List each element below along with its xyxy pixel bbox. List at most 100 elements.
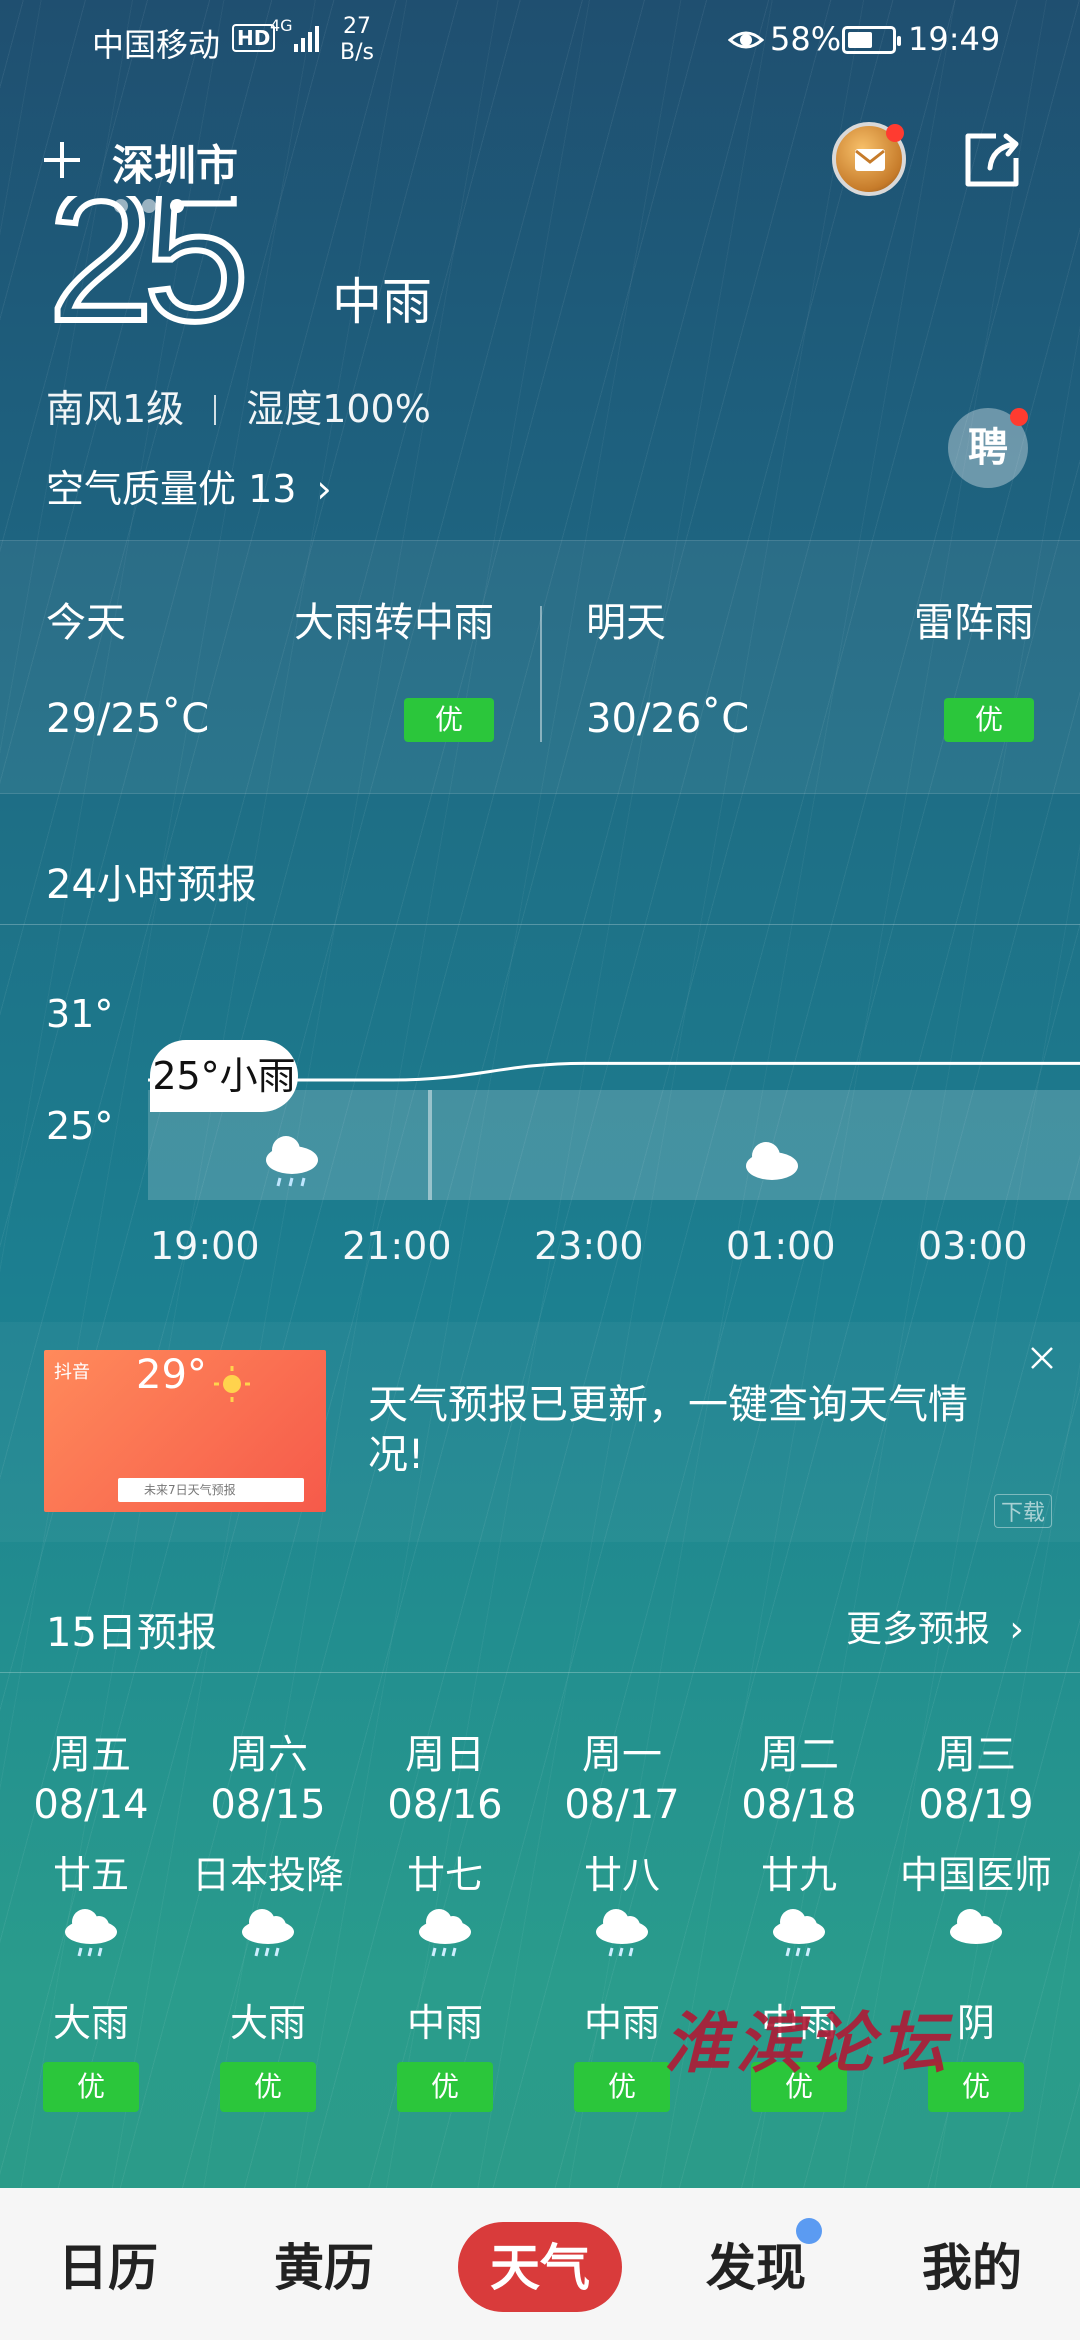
chevron-right-icon: › [1009,1609,1024,1650]
today-label: 今天 [46,600,126,646]
forecast-weekday: 周日 [405,1732,485,1778]
tomorrow-label: 明天 [586,600,666,646]
status-bar: 中国移动 HD 4G 27 B/s 58% 19:49 [0,0,1080,80]
nav-weather[interactable]: 天气 [460,2228,620,2300]
ad-brand: 抖音 [54,1362,90,1383]
more-forecast-link[interactable]: 更多预报 › [846,1600,1024,1652]
forecast-aqi-badge: 优 [220,2062,316,2112]
ad-image-search: 未来7日天气预报 [118,1478,304,1502]
ad-image-temp: 29° [136,1352,207,1398]
forecast-aqi-badge: 优 [574,2062,670,2112]
rain-cloud-icon [773,1909,825,1957]
tomorrow-aqi-badge: 优 [944,698,1034,742]
rain-cloud-icon [242,1909,294,1957]
chevron-right-icon: › [316,467,332,511]
mail-button[interactable] [832,122,906,196]
hourly-time-label: 03:00 [918,1224,1028,1268]
nav-calendar[interactable]: 日历 [28,2228,188,2300]
forecast-lunar: 中国医师 [899,1853,1052,1897]
hourly-segment-divider [428,1090,432,1200]
forecast-condition: 大雨 [229,2001,306,2045]
forecast-weekday: 周六 [228,1732,308,1778]
hourly-callout: 25°小雨 [150,1040,298,1112]
battery-fill [848,32,872,48]
forecast-date: 08/18 [741,1782,857,1828]
tomorrow-condition: 雷阵雨 [914,600,1034,646]
rain-cloud-icon [419,1909,471,1957]
forecast-condition: 中雨 [406,2001,483,2045]
hourly-title: 24小时预报 [46,862,257,908]
tomorrow-temp-range: 30/26˚C [586,696,750,742]
battery-percent: 58% [770,20,842,58]
divider [214,395,217,425]
section-divider [0,924,1080,925]
forecast-lunar: 廿八 [583,1853,660,1897]
forecast-day[interactable]: 周五 08/14 廿五大雨优 [2,1722,180,2122]
network-speed: 27 B/s [340,14,374,66]
signal-icon [294,26,319,52]
carrier-label: 中国移动 [92,26,221,64]
cloud-icon [950,1909,1002,1944]
nav-mine[interactable]: 我的 [892,2228,1052,2300]
ad-image[interactable]: 抖音 29° 未来7日天气预报 [44,1350,326,1512]
watermark: 淮滨论坛 [664,2004,952,2082]
forecast-day[interactable]: 周日 08/16 廿七中雨优 [356,1722,534,2122]
current-temperature: 25 [48,196,242,336]
today-temp-range: 29/25˚C [46,696,210,742]
notification-dot [886,124,904,142]
recruit-label: 聘 [968,425,1008,471]
today-aqi-badge: 优 [404,698,494,742]
hourly-time-label: 19:00 [150,1224,260,1268]
forecast-aqi-badge: 优 [43,2062,139,2112]
city-name[interactable]: 深圳市 [112,132,238,193]
forecast-date: 08/19 [918,1782,1034,1828]
forecast-weekday: 周三 [936,1732,1016,1778]
wind-label: 南风1级 [46,387,185,431]
forecast-date: 08/17 [564,1782,680,1828]
rain-cloud-icon [596,1909,648,1957]
share-icon[interactable] [960,128,1024,192]
battery-icon [842,26,901,54]
humidity-label: 湿度100% [246,387,431,431]
forecast-aqi-badge: 优 [397,2062,493,2112]
ad-download-tag[interactable]: 下载 [994,1494,1053,1528]
hd-badge: HD [232,24,276,52]
current-condition: 中雨 [332,273,432,331]
nav-almanac[interactable]: 黄历 [244,2228,404,2300]
speed-unit: B/s [340,40,374,65]
rain-cloud-icon [65,1909,117,1957]
air-quality-label: 空气质量优 13 [46,467,297,511]
current-temperature-display: 25 [48,196,255,336]
network-type: 4G [270,16,293,35]
close-icon[interactable] [1028,1344,1056,1372]
forecast-lunar: 廿五 [52,1853,129,1897]
hourly-time-label: 21:00 [342,1224,452,1268]
hourly-time-label: 23:00 [534,1224,644,1268]
forecast-title: 15日预报 [46,1610,217,1656]
air-quality-link[interactable]: 空气质量优 13 › [46,458,332,513]
forecast-condition: 大雨 [52,2001,129,2045]
section-divider [0,1672,1080,1673]
forecast-day[interactable]: 周六 08/15 日本投降大雨优 [179,1722,357,2122]
forecast-date: 08/14 [33,1782,149,1828]
panel-divider [540,606,542,742]
eye-comfort-icon [728,31,764,49]
sun-icon [214,1366,250,1402]
nav-discover[interactable]: 发现 [676,2228,836,2300]
forecast-date: 08/16 [387,1782,503,1828]
more-forecast-label: 更多预报 [846,1609,991,1650]
wind-humidity: 南风1级 湿度100% [46,378,431,433]
ad-text[interactable]: 天气预报已更新，一键查询天气情况! [368,1380,988,1480]
forecast-lunar: 廿九 [760,1853,837,1897]
forecast-date: 08/15 [210,1782,326,1828]
hourly-time-label: 01:00 [726,1224,836,1268]
forecast-weekday: 周二 [759,1732,839,1778]
forecast-lunar: 廿七 [406,1853,483,1897]
today-condition: 大雨转中雨 [294,600,494,646]
forecast-lunar: 日本投降 [191,1853,344,1897]
forecast-weekday: 周一 [582,1732,662,1778]
recruit-button[interactable]: 聘 [948,408,1028,488]
add-city-icon[interactable] [40,138,84,182]
forecast-weekday: 周五 [51,1732,131,1778]
notification-dot [1010,408,1028,426]
